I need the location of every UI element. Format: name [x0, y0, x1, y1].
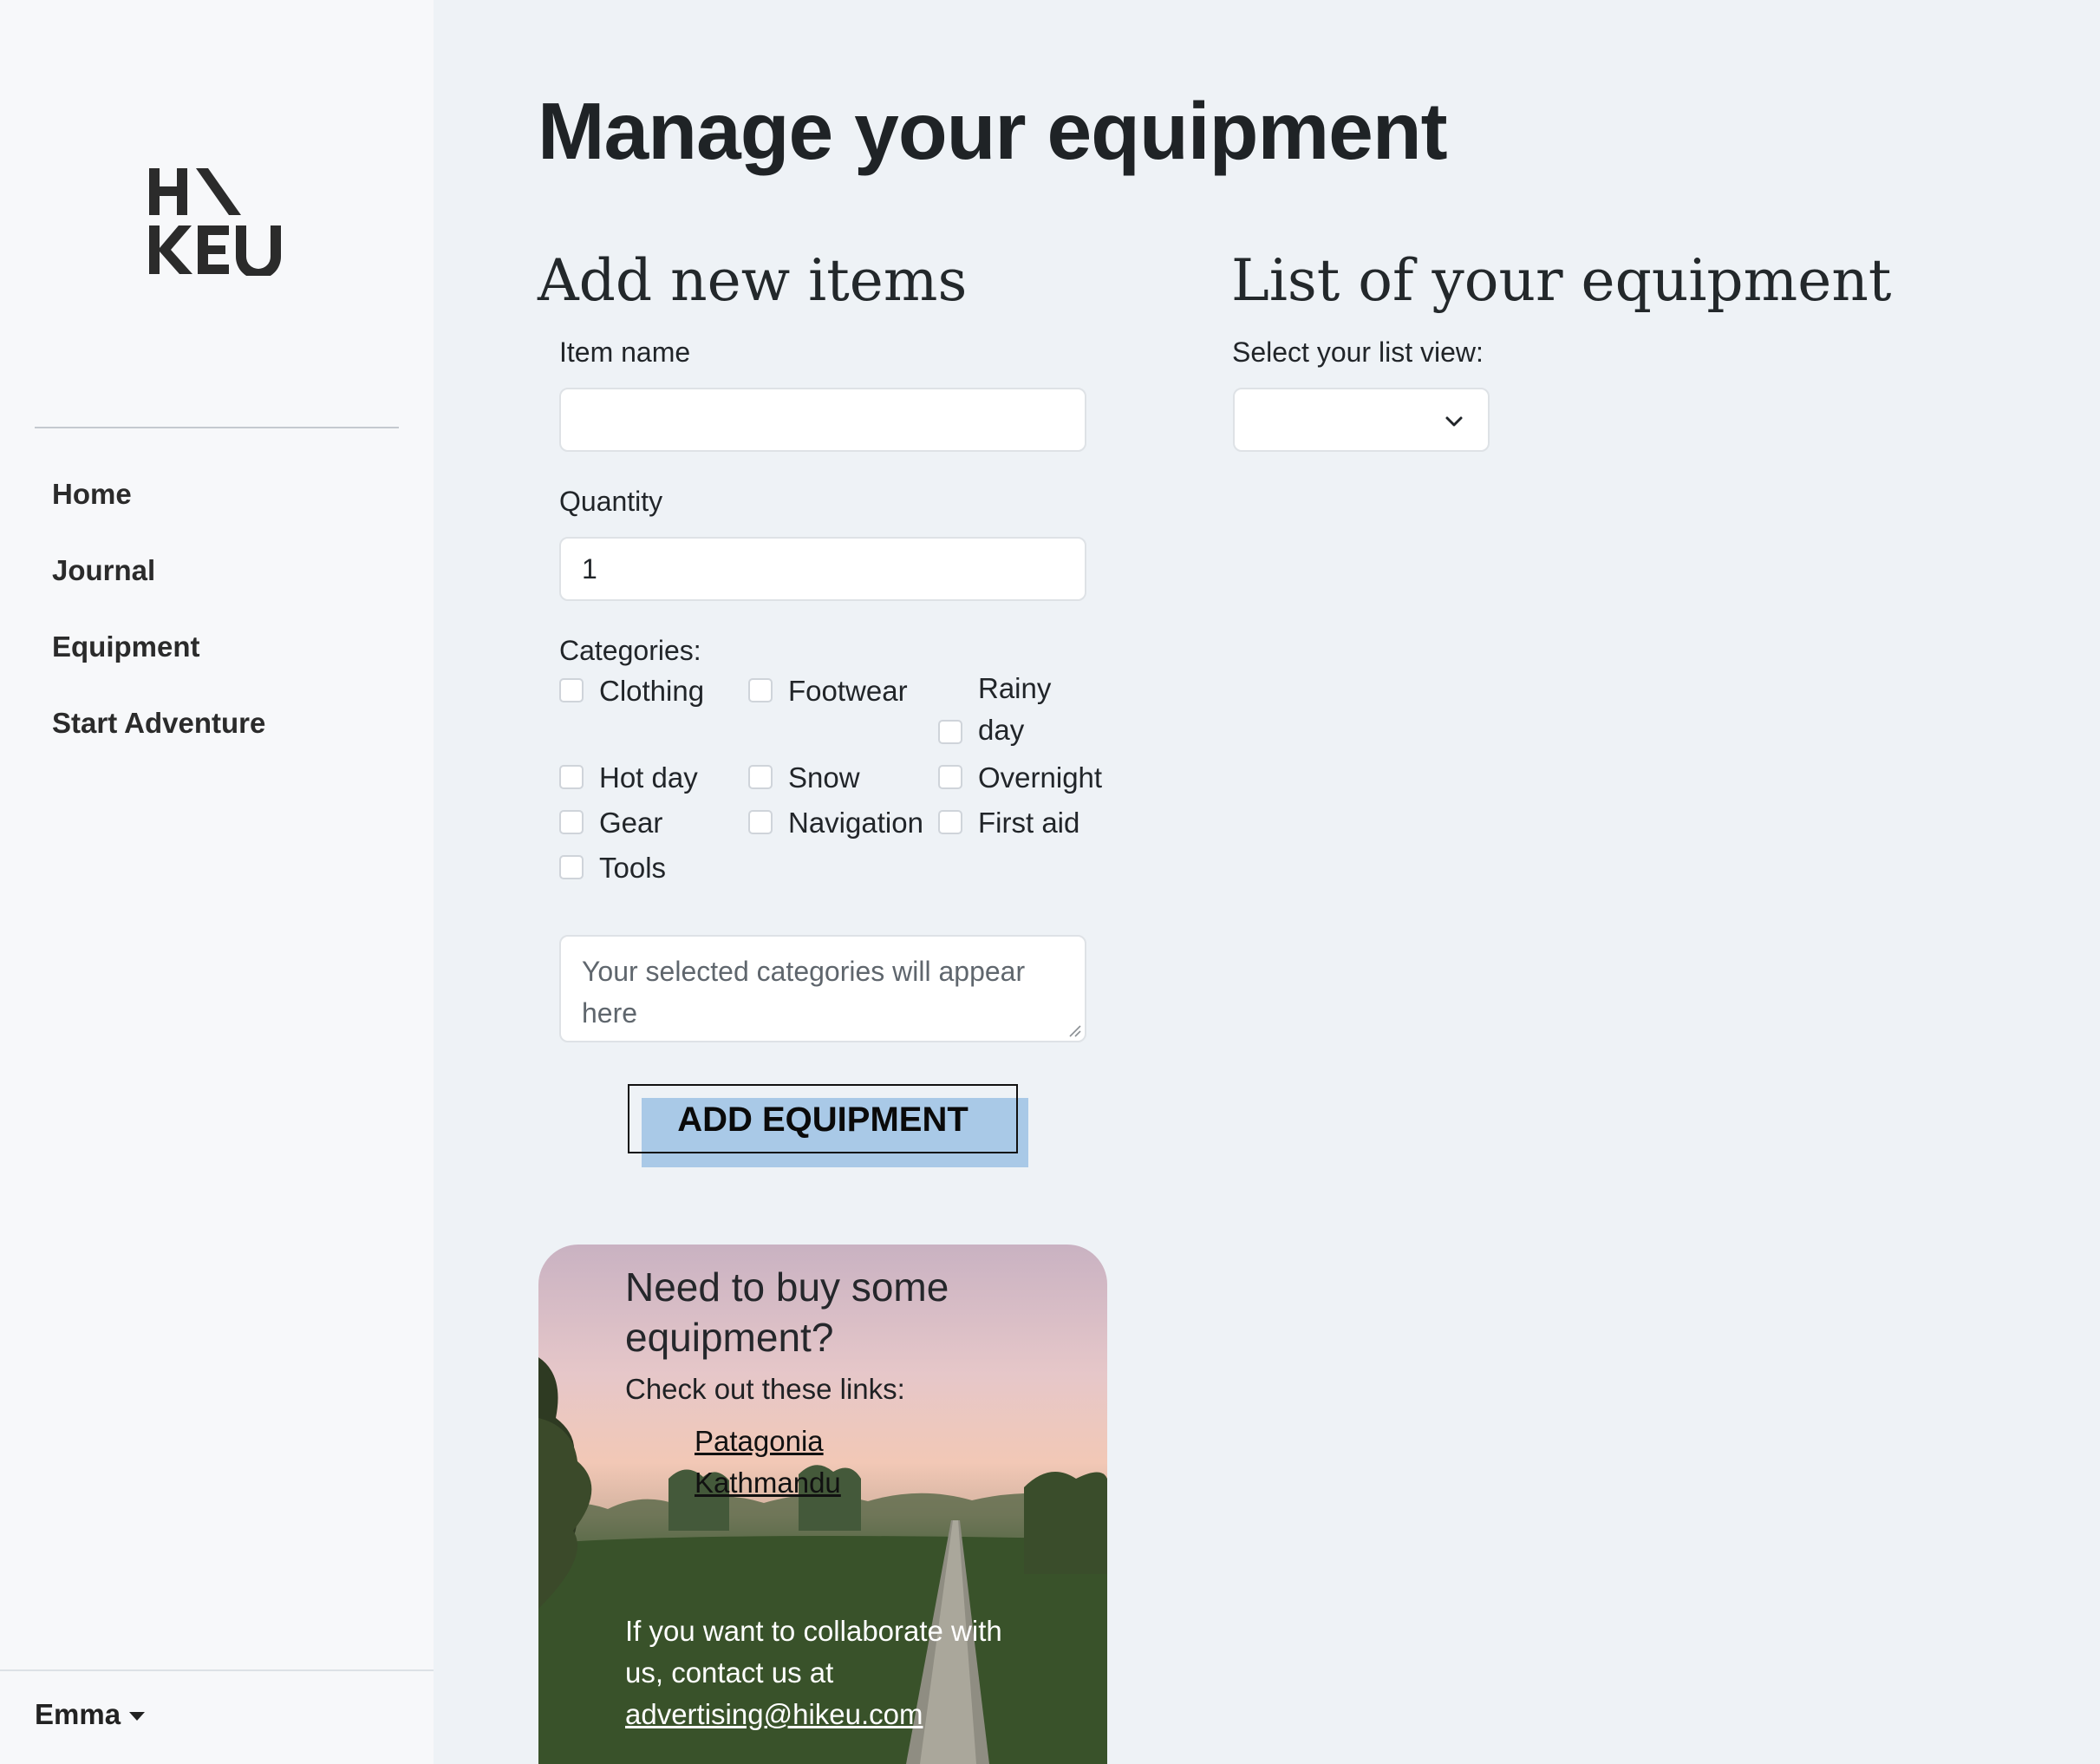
logo-mark — [149, 168, 281, 276]
promo-contact-text: If you want to collaborate with us, cont… — [625, 1615, 1002, 1689]
page-title: Manage your equipment — [538, 86, 1448, 176]
category-tools[interactable]: Tools — [559, 852, 666, 885]
resize-handle-icon[interactable] — [1067, 1023, 1081, 1037]
checkbox[interactable] — [938, 765, 962, 789]
sidebar: Home Journal Equipment Start Adventure E… — [0, 0, 434, 1764]
sidebar-divider — [35, 427, 399, 428]
checkbox[interactable] — [559, 765, 584, 789]
chevron-down-icon — [1445, 416, 1463, 427]
kathmandu-link[interactable]: Kathmandu — [695, 1467, 841, 1499]
checkbox[interactable] — [748, 678, 773, 702]
hikeu-logo[interactable] — [147, 163, 286, 276]
nav-journal[interactable]: Journal — [52, 545, 265, 621]
category-first-aid[interactable]: First aid — [938, 807, 1079, 840]
category-hot-day[interactable]: Hot day — [559, 761, 698, 794]
advertising-email-link[interactable]: advertising@hikeu.com — [625, 1698, 923, 1730]
list-view-select[interactable] — [1233, 388, 1490, 452]
nav-start-adventure[interactable]: Start Adventure — [52, 697, 265, 774]
add-equipment-button-wrap: ADD EQUIPMENT — [628, 1084, 1028, 1167]
checkbox[interactable] — [748, 810, 773, 834]
user-menu[interactable]: Emma — [35, 1698, 146, 1731]
checkbox[interactable] — [559, 810, 584, 834]
quantity-input[interactable] — [559, 537, 1086, 601]
promo-title: Need to buy some equipment? — [625, 1264, 949, 1360]
selected-categories-textarea[interactable]: Your selected categories will appear her… — [559, 935, 1086, 1042]
category-footwear[interactable]: Footwear — [748, 675, 908, 708]
selected-categories-placeholder: Your selected categories will appear her… — [582, 956, 1026, 1029]
checkbox[interactable] — [559, 678, 584, 702]
category-rainy-day[interactable]: Rainy day — [938, 672, 1065, 751]
category-snow[interactable]: Snow — [748, 761, 860, 794]
checkbox[interactable] — [559, 855, 584, 879]
promo-subtitle: Check out these links: — [625, 1373, 905, 1405]
category-clothing[interactable]: Clothing — [559, 675, 704, 708]
promo-contact: If you want to collaborate with us, cont… — [625, 1610, 1033, 1735]
user-divider — [0, 1669, 434, 1671]
list-view-label: Select your list view: — [1232, 336, 1484, 368]
category-label: First aid — [978, 807, 1080, 839]
promo-card: Need to buy some equipment? Check out th… — [538, 1245, 1107, 1764]
category-label: Footwear — [788, 675, 908, 707]
item-name-label: Item name — [559, 336, 691, 368]
nav-home[interactable]: Home — [52, 468, 265, 545]
item-name-input[interactable] — [559, 388, 1086, 452]
patagonia-link[interactable]: Patagonia — [695, 1425, 824, 1458]
category-label: Gear — [599, 807, 663, 839]
category-label: Hot day — [599, 761, 698, 794]
checkbox[interactable] — [938, 720, 962, 744]
category-label: Tools — [599, 852, 667, 884]
category-label: Rainy day — [978, 672, 1052, 746]
caret-down-icon — [129, 1712, 146, 1721]
nav-equipment[interactable]: Equipment — [52, 621, 265, 697]
add-items-title: Add new items — [538, 247, 968, 314]
category-label: Navigation — [788, 807, 923, 839]
category-label: Overnight — [978, 761, 1103, 794]
category-gear[interactable]: Gear — [559, 807, 662, 840]
checkbox[interactable] — [938, 810, 962, 834]
categories-label: Categories: — [559, 635, 701, 666]
category-label: Snow — [788, 761, 860, 794]
add-equipment-button[interactable]: ADD EQUIPMENT — [628, 1084, 1018, 1153]
user-name: Emma — [35, 1698, 121, 1730]
category-label: Clothing — [599, 675, 705, 707]
checkbox[interactable] — [748, 765, 773, 789]
category-navigation[interactable]: Navigation — [748, 807, 923, 840]
sidebar-nav: Home Journal Equipment Start Adventure — [52, 468, 265, 774]
equipment-list-title: List of your equipment — [1231, 247, 1892, 314]
category-overnight[interactable]: Overnight — [938, 761, 1102, 794]
quantity-label: Quantity — [559, 486, 663, 517]
